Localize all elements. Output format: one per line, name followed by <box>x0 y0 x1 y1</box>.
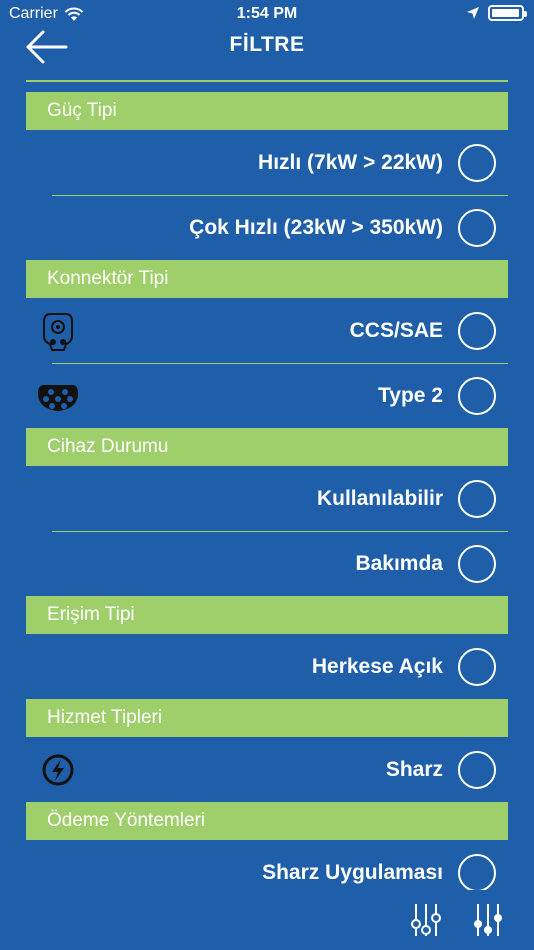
lightning-icon <box>42 754 74 786</box>
page-title: FİLTRE <box>229 33 305 56</box>
option-fast[interactable]: Hızlı (7kW > 22kW) <box>26 130 508 196</box>
option-label: Çok Hızlı (23kW > 350kW) <box>189 216 443 239</box>
option-label: Kullanılabilir <box>316 487 443 510</box>
radio-button[interactable] <box>458 854 496 890</box>
filter-list: Güç Tipi Hızlı (7kW > 22kW) Çok Hızlı (2… <box>0 82 534 890</box>
option-label: Hızlı (7kW > 22kW) <box>258 151 443 174</box>
option-label: Type 2 <box>378 384 443 407</box>
radio-button[interactable] <box>458 545 496 583</box>
battery-icon <box>488 5 527 21</box>
section-header-payment-methods: Ödeme Yöntemleri <box>26 802 508 840</box>
clock: 1:54 PM <box>236 5 298 22</box>
section-header-device-status: Cihaz Durumu <box>26 428 508 466</box>
option-very-fast[interactable]: Çok Hızlı (23kW > 350kW) <box>26 195 508 261</box>
option-label: Herkese Açık <box>311 655 443 678</box>
section-header-service-types: Hizmet Tipleri <box>26 699 508 737</box>
option-public[interactable]: Herkese Açık <box>26 634 508 700</box>
filter-sliders-icon[interactable] <box>408 902 444 938</box>
radio-button[interactable] <box>458 648 496 686</box>
section-header-access-type: Erişim Tipi <box>26 596 508 634</box>
option-label: CCS/SAE <box>349 319 443 342</box>
bottom-toolbar <box>0 890 534 950</box>
option-label: Bakımda <box>355 552 443 575</box>
radio-button[interactable] <box>458 312 496 350</box>
section-header-connector-type: Konnektör Tipi <box>26 260 508 298</box>
status-bar: Carrier 1:54 PM <box>0 0 534 28</box>
section-header-power-type: Güç Tipi <box>26 92 508 130</box>
radio-button[interactable] <box>458 209 496 247</box>
status-right <box>466 5 527 21</box>
radio-button[interactable] <box>458 480 496 518</box>
radio-button[interactable] <box>458 751 496 789</box>
radio-button[interactable] <box>458 144 496 182</box>
ccs-connector-icon <box>43 313 73 351</box>
option-available[interactable]: Kullanılabilir <box>26 466 508 532</box>
option-sharz[interactable]: Sharz <box>26 737 508 803</box>
option-label: Sharz Uygulaması <box>262 861 443 884</box>
option-type-2[interactable]: Type 2 <box>26 363 508 429</box>
radio-button[interactable] <box>458 377 496 415</box>
option-label: Sharz <box>385 758 443 781</box>
option-ccs-sae[interactable]: CCS/SAE <box>26 298 508 364</box>
location-arrow-icon <box>467 7 479 19</box>
nav-bar: FİLTRE <box>0 28 534 80</box>
type2-connector-icon <box>38 385 78 411</box>
option-sharz-app[interactable]: Sharz Uygulaması <box>26 840 508 890</box>
filter-sliders-filled-icon[interactable] <box>470 902 506 938</box>
option-maintenance[interactable]: Bakımda <box>26 531 508 597</box>
